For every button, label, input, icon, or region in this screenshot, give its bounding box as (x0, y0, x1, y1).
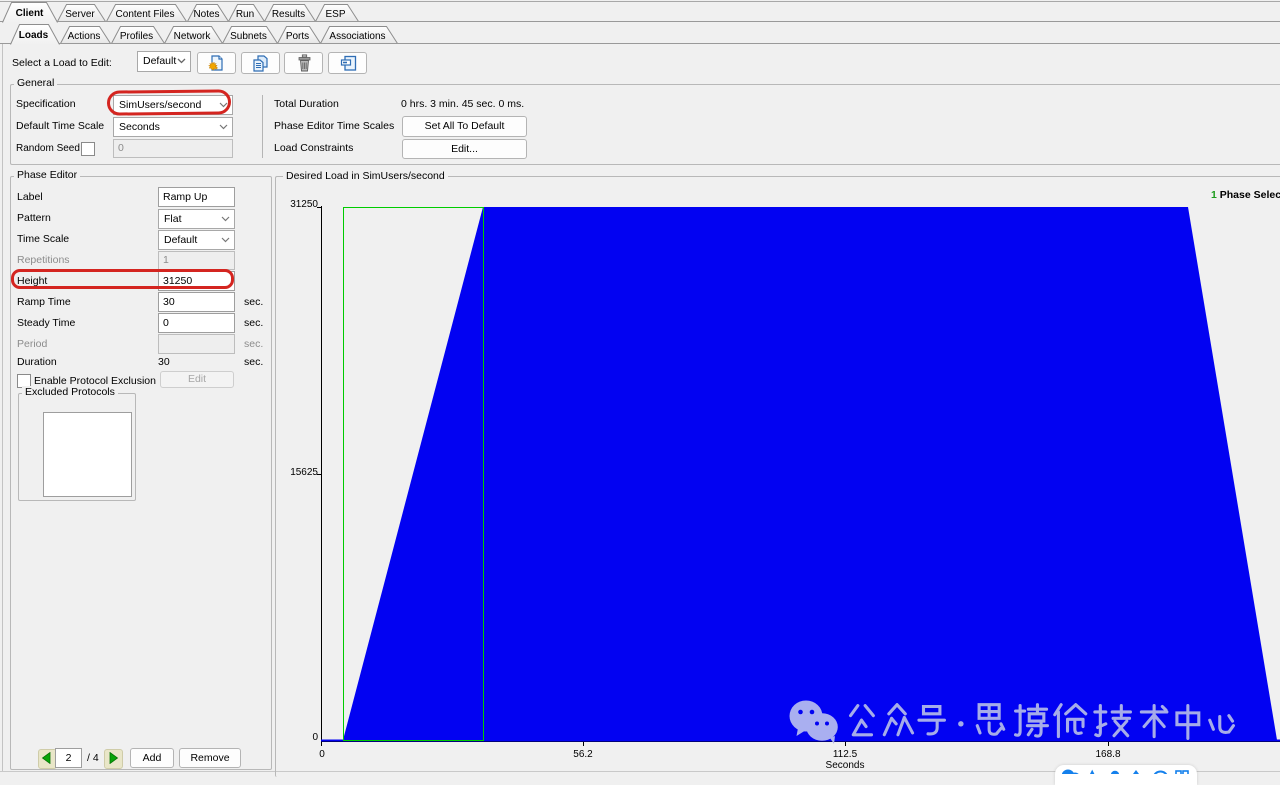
svg-text:0: 0 (312, 732, 318, 743)
svg-text:Content Files: Content Files (116, 9, 175, 20)
svg-text:Subnets: Subnets (230, 31, 267, 42)
svg-text:Run: Run (236, 9, 254, 20)
svg-text:Client: Client (16, 8, 44, 19)
svg-text:Associations: Associations (329, 31, 385, 42)
svg-text:Actions: Actions (68, 31, 101, 42)
svg-text:Ports: Ports (286, 31, 309, 42)
svg-text:168.8: 168.8 (1095, 749, 1120, 760)
svg-text:Server: Server (65, 9, 95, 20)
svg-text:Profiles: Profiles (120, 31, 153, 42)
svg-text:56.2: 56.2 (573, 749, 593, 760)
svg-text:15625: 15625 (290, 467, 318, 478)
svg-text:Notes: Notes (193, 9, 219, 20)
svg-text:Network: Network (174, 31, 212, 42)
svg-text:Results: Results (272, 9, 305, 20)
svg-text:Seconds: Seconds (826, 760, 865, 771)
svg-text:Loads: Loads (19, 30, 49, 41)
svg-text:31250: 31250 (290, 199, 318, 210)
svg-text:0: 0 (319, 749, 325, 760)
svg-text:112.5: 112.5 (833, 749, 858, 760)
svg-text:ESP: ESP (325, 9, 345, 20)
